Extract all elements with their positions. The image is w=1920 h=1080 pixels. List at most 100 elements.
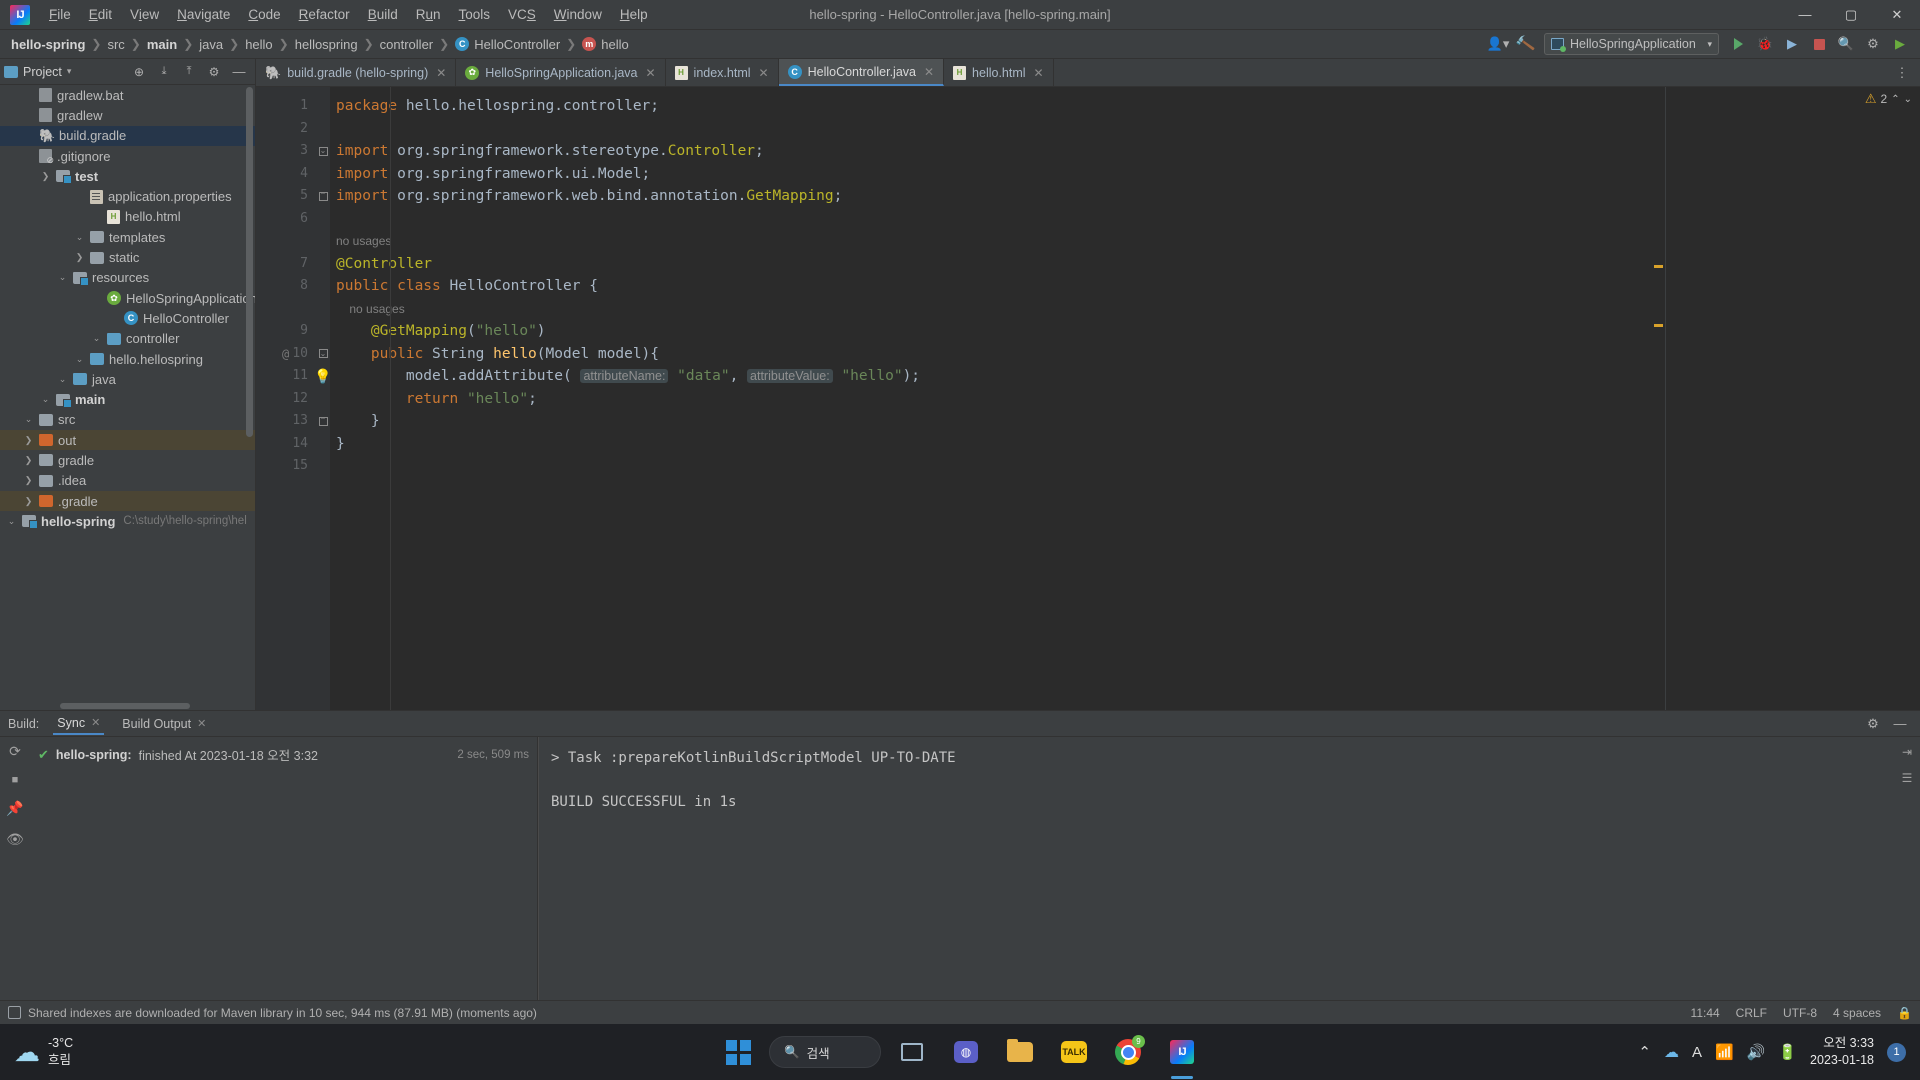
chevron-right-icon[interactable]: ❯ — [23, 496, 34, 507]
fold-marker[interactable]: ⌄ — [316, 140, 330, 163]
tab-build-output[interactable]: Build Output ✕ — [118, 714, 210, 734]
build-tree-row[interactable]: ✔ hello-spring: finished At 2023-01-18 오… — [30, 743, 537, 766]
code-line[interactable]: @Controller — [330, 253, 1651, 276]
gear-icon[interactable]: ⚙ — [202, 61, 226, 83]
code-line[interactable]: public String hello(Model model){ — [330, 343, 1651, 366]
hide-icon[interactable]: — — [227, 61, 251, 83]
build-output-console[interactable]: > Task :prepareKotlinBuildScriptModel UP… — [538, 737, 1894, 1000]
caret-position[interactable]: 11:44 — [1691, 1006, 1720, 1020]
chevron-down-icon[interactable]: ⌄ — [23, 414, 34, 425]
tree-item-out[interactable]: ❯ out — [0, 430, 255, 451]
notification-badge[interactable]: 1 — [1887, 1042, 1906, 1062]
search-icon[interactable]: 🔍 — [1834, 33, 1858, 55]
code-line[interactable]: import org.springframework.web.bind.anno… — [330, 185, 1651, 208]
intention-bulb-icon[interactable]: 💡 — [314, 369, 331, 383]
close-icon[interactable]: ✕ — [924, 65, 934, 79]
close-button[interactable]: ✕ — [1874, 0, 1920, 30]
build-hammer-icon[interactable]: 🔨 — [1513, 33, 1537, 55]
chevron-up-icon[interactable]: ⌃ — [1638, 1043, 1651, 1061]
menu-window[interactable]: Window — [545, 4, 611, 25]
error-stripe[interactable] — [1651, 87, 1665, 710]
breadcrumb-item-8[interactable]: m hello — [577, 35, 633, 54]
run-icon[interactable] — [1726, 33, 1750, 55]
menu-run[interactable]: Run — [407, 4, 450, 25]
tree-item-hello-spring[interactable]: ⌄ hello-spring C:\study\hello-spring\hel — [0, 511, 255, 531]
volume-icon[interactable]: 🔊 — [1747, 1043, 1766, 1061]
pin-icon[interactable]: 📌 — [6, 800, 23, 817]
fold-end-icon[interactable]: ⌃ — [318, 416, 328, 426]
close-icon[interactable]: ✕ — [197, 717, 206, 730]
close-icon[interactable]: ✕ — [436, 66, 446, 80]
indent-setting[interactable]: 4 spaces — [1833, 1006, 1881, 1020]
maximize-button[interactable]: ▢ — [1828, 0, 1874, 30]
tree-item-application.properties[interactable]: application.properties — [0, 186, 255, 206]
user-icon[interactable]: 👤▾ — [1486, 33, 1510, 55]
kakaotalk-icon[interactable]: TALK — [1051, 1031, 1097, 1073]
editor-tab-build.gradle--hello-spring-[interactable]: 🐘 build.gradle (hello-spring) ✕ — [256, 59, 457, 86]
code-line[interactable] — [330, 118, 1651, 141]
lock-icon[interactable]: 🔒 — [1897, 1006, 1912, 1020]
tree-item-hellospringapplication[interactable]: ✿ HelloSpringApplication — [0, 288, 255, 308]
code-line[interactable] — [330, 455, 1651, 478]
breadcrumb-item-3[interactable]: java — [194, 35, 228, 54]
stop-icon[interactable] — [1807, 33, 1831, 55]
code-line[interactable] — [330, 208, 1651, 231]
more-vertical-icon[interactable]: ⋮ — [1890, 62, 1914, 84]
chevron-down-icon[interactable]: ⌄ — [91, 333, 102, 344]
chevron-right-icon[interactable]: ❯ — [23, 435, 34, 446]
eye-icon[interactable]: 👁 — [6, 831, 24, 848]
fold-marker[interactable]: ⌄ — [316, 343, 330, 366]
tree-item-.idea[interactable]: ❯ .idea — [0, 471, 255, 491]
tree-item-templates[interactable]: ⌄ templates — [0, 227, 255, 247]
menu-help[interactable]: Help — [611, 4, 657, 25]
minimize-button[interactable]: — — [1782, 0, 1828, 30]
tree-item-resources[interactable]: ⌄ resources — [0, 268, 255, 288]
chevron-right-icon[interactable]: ❯ — [23, 455, 34, 466]
stop-icon[interactable]: ■ — [12, 774, 19, 786]
chevron-up-icon[interactable]: ⌃ — [1891, 94, 1899, 105]
editor-fold-column[interactable]: ⌄ ⌃ ⌄ 💡 ⌃ — [314, 87, 332, 710]
menu-tools[interactable]: Tools — [450, 4, 500, 25]
editor-gutter[interactable]: 1 2 3 4 5 6 7 8 9 @10 11 12 13 14 15 — [256, 87, 316, 710]
code-text-area[interactable]: package hello.hellospring.controller; im… — [330, 87, 1651, 710]
tree-item-static[interactable]: ❯ static — [0, 247, 255, 267]
chevron-down-icon[interactable]: ⌄ — [74, 232, 85, 243]
gear-icon[interactable]: ⚙ — [1861, 33, 1885, 55]
editor-tab-index.html[interactable]: index.html ✕ — [666, 59, 779, 86]
editor-tab-hello.html[interactable]: hello.html ✕ — [944, 59, 1054, 86]
close-icon[interactable]: ✕ — [91, 716, 100, 729]
code-line[interactable]: public class HelloController { — [330, 275, 1651, 298]
editor-tab-hellospringapplication.java[interactable]: ✿ HelloSpringApplication.java ✕ — [456, 59, 666, 86]
tree-item-hellocontroller[interactable]: C HelloController — [0, 308, 255, 328]
rerun-icon[interactable]: ⟳ — [9, 743, 21, 760]
chevron-right-icon[interactable]: ❯ — [74, 252, 85, 263]
override-marker-icon[interactable]: @ — [282, 343, 289, 366]
tree-item-build.gradle[interactable]: 🐘 build.gradle — [0, 125, 255, 146]
file-explorer-icon[interactable] — [997, 1031, 1043, 1073]
code-line[interactable]: return "hello"; — [330, 388, 1651, 411]
file-encoding[interactable]: UTF-8 — [1783, 1006, 1817, 1020]
code-line[interactable]: @GetMapping("hello") — [330, 320, 1651, 343]
chevron-down-icon[interactable]: ⌄ — [57, 272, 68, 283]
settings-icon[interactable]: ☰ — [1902, 771, 1913, 785]
chevron-down-icon[interactable]: ⌄ — [1904, 94, 1912, 105]
close-icon[interactable]: ✕ — [1034, 66, 1044, 80]
updates-icon[interactable]: ▶ — [1888, 33, 1912, 55]
code-line[interactable]: } — [330, 410, 1651, 433]
weather-widget[interactable]: ☁ -3°C 흐림 — [0, 1035, 220, 1069]
gear-icon[interactable]: ⚙ — [1861, 713, 1885, 735]
chevron-down-icon[interactable]: ⌄ — [6, 516, 17, 527]
menu-navigate[interactable]: Navigate — [168, 4, 239, 25]
debug-icon[interactable]: 🐞 — [1753, 33, 1777, 55]
chrome-icon[interactable]: 9 — [1105, 1031, 1151, 1073]
fold-end-icon[interactable]: ⌃ — [318, 191, 328, 201]
chevron-right-icon[interactable]: ❯ — [40, 171, 51, 182]
tree-item-hello.hellospring[interactable]: ⌄ hello.hellospring — [0, 349, 255, 369]
project-tree-scrollbar[interactable] — [246, 87, 253, 437]
tree-item-gradlew[interactable]: gradlew — [0, 105, 255, 125]
menu-vcs[interactable]: VCS — [499, 4, 545, 25]
fold-marker[interactable]: ⌃ — [316, 410, 330, 433]
inspections-widget[interactable]: ⚠ 2 ⌃ ⌄ — [1865, 91, 1912, 107]
run-with-coverage-icon[interactable]: ▶ — [1780, 33, 1804, 55]
code-line[interactable]: import org.springframework.ui.Model; — [330, 163, 1651, 186]
